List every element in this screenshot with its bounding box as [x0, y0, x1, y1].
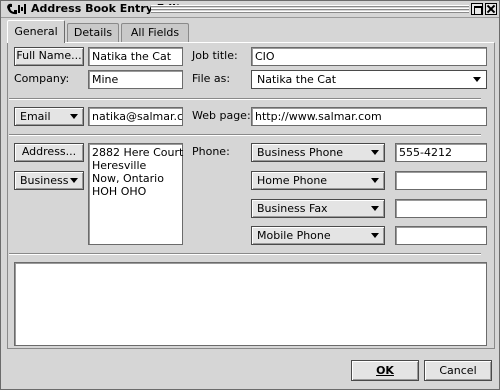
chevron-down-icon [371, 206, 379, 211]
separator [9, 98, 481, 100]
address-type-label: Business [20, 174, 69, 187]
address-line: Now, Ontario [92, 172, 164, 185]
tab-all-fields-label: All Fields [130, 26, 180, 39]
chevron-down-icon [473, 77, 481, 82]
separator [9, 253, 481, 255]
phone-type-label: Business Fax [257, 202, 328, 215]
tab-all-fields[interactable]: All Fields [121, 23, 189, 43]
chevron-down-icon [371, 150, 379, 155]
full-name-button-label: Full Name... [16, 49, 82, 62]
address-button-label: Address... [21, 145, 77, 158]
file-as-label: File as: [192, 72, 231, 85]
address-type-dropdown[interactable]: Business [14, 171, 84, 190]
ok-button[interactable]: OK [351, 360, 419, 381]
cancel-button[interactable]: Cancel [424, 360, 492, 381]
full-name-button[interactable]: Full Name... [14, 47, 84, 66]
separator [9, 134, 481, 136]
phone-type-label: Business Phone [257, 146, 344, 159]
phone-field-1[interactable]: 555-4212 [395, 143, 487, 162]
tab-details[interactable]: Details [67, 23, 119, 43]
email-type-dropdown[interactable]: Email [14, 107, 84, 126]
email-field[interactable]: natika@salmar.com [88, 107, 183, 126]
web-page-label: Web page: [192, 109, 251, 122]
company-field[interactable]: Mine [88, 70, 183, 89]
phone-label: Phone: [192, 145, 230, 158]
phone-field-4[interactable] [395, 226, 487, 245]
address-book-window: Address Book Entry Editor General Detail… [0, 0, 500, 390]
file-as-value: Natika the Cat [257, 73, 337, 86]
address-line: HOH OHO [92, 185, 147, 198]
phone-type-label: Mobile Phone [257, 229, 331, 242]
chevron-down-icon [371, 178, 379, 183]
address-button[interactable]: Address... [14, 143, 84, 162]
phone-field-3[interactable] [395, 199, 487, 218]
chevron-down-icon [371, 233, 379, 238]
company-label: Company: [14, 72, 70, 85]
chevron-down-icon [70, 114, 78, 119]
tab-details-label: Details [73, 26, 113, 39]
telephone-icon [7, 3, 26, 15]
close-icon[interactable] [485, 3, 497, 15]
address-textarea[interactable]: 2882 Here Court Heresville Now, Ontario … [88, 143, 183, 245]
phone-type-dropdown-1[interactable]: Business Phone [251, 143, 385, 162]
chevron-down-icon [70, 178, 78, 183]
cancel-button-label: Cancel [439, 364, 477, 377]
phone-type-label: Home Phone [257, 174, 328, 187]
address-line: Heresville [92, 159, 147, 172]
email-type-label: Email [20, 110, 51, 123]
tab-general[interactable]: General [7, 20, 65, 43]
file-as-combo[interactable]: Natika the Cat [251, 70, 487, 89]
ok-button-label: OK [376, 364, 394, 377]
title-bar[interactable]: Address Book Entry Editor [1, 1, 499, 18]
full-name-field[interactable]: Natika the Cat [88, 47, 183, 66]
job-title-field[interactable]: CIO [251, 47, 487, 66]
phone-field-2[interactable] [395, 171, 487, 190]
web-page-field[interactable]: http://www.salmar.com [251, 107, 487, 126]
phone-type-dropdown-4[interactable]: Mobile Phone [251, 226, 385, 245]
tab-general-label: General [14, 25, 58, 38]
phone-type-dropdown-3[interactable]: Business Fax [251, 199, 385, 218]
address-line: 2882 Here Court [92, 146, 184, 159]
title-bar-grip [151, 5, 469, 14]
phone-type-dropdown-2[interactable]: Home Phone [251, 171, 385, 190]
job-title-label: Job title: [192, 49, 238, 62]
notes-textarea[interactable] [14, 262, 487, 346]
maximize-icon[interactable] [471, 3, 483, 15]
